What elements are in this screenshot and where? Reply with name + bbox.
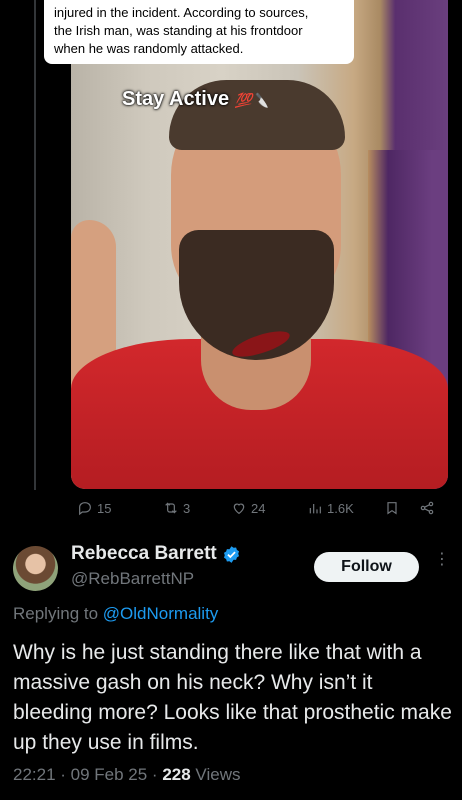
replying-to: Replying to @OldNormality: [13, 604, 218, 624]
reply-count: 15: [97, 500, 112, 516]
replying-prefix: Replying to: [13, 604, 99, 623]
views-button[interactable]: 1.6K: [307, 500, 354, 516]
display-name[interactable]: Rebecca Barrett: [71, 543, 217, 565]
repost-icon: [165, 502, 177, 514]
post-image[interactable]: [71, 0, 448, 489]
thread-line: [34, 0, 36, 490]
avatar[interactable]: [13, 546, 58, 591]
reply-text: Why is he just standing there like that …: [13, 641, 452, 754]
reply-button[interactable]: 15: [77, 500, 111, 516]
author-name-row: Rebecca Barrett: [71, 543, 241, 565]
verified-badge-icon: [223, 545, 239, 563]
timestamp[interactable]: 22:21 · 09 Feb 25 ·: [13, 765, 162, 784]
post-metadata: 22:21 · 09 Feb 25 · 228 Views: [13, 765, 240, 785]
views-label: Views: [190, 765, 241, 784]
bookmark-button[interactable]: [384, 500, 400, 516]
caption-line: the Irish man, was standing at his front…: [54, 23, 303, 38]
follow-button[interactable]: Follow: [314, 552, 419, 582]
views-count: 228: [162, 765, 191, 784]
overlay-emoji: 💯🔪: [234, 92, 270, 108]
heart-icon: [233, 503, 245, 515]
image-caption: injured in the incident. According to so…: [44, 0, 354, 64]
view-count: 1.6K: [327, 500, 354, 516]
reply-icon: [79, 502, 91, 516]
overlay-text: Stay Active 💯🔪: [122, 88, 270, 111]
more-options-icon[interactable]: ⋮: [432, 552, 452, 576]
action-bar: 15 3 24 1.6K: [71, 500, 448, 526]
analytics-icon: [309, 504, 321, 514]
repost-count: 3: [183, 500, 191, 516]
overlay-label: Stay Active: [122, 88, 230, 110]
share-button[interactable]: [419, 500, 435, 516]
like-count: 24: [251, 500, 266, 516]
caption-line: injured in the incident. According to so…: [54, 5, 309, 20]
bookmark-icon: [387, 502, 397, 515]
caption-line: when he was randomly attacked.: [54, 41, 244, 56]
like-button[interactable]: 24: [231, 500, 265, 516]
share-icon: [420, 501, 434, 515]
mention-link[interactable]: @OldNormality: [103, 604, 219, 623]
user-handle[interactable]: @RebBarrettNP: [71, 569, 194, 589]
repost-button[interactable]: 3: [163, 500, 190, 516]
